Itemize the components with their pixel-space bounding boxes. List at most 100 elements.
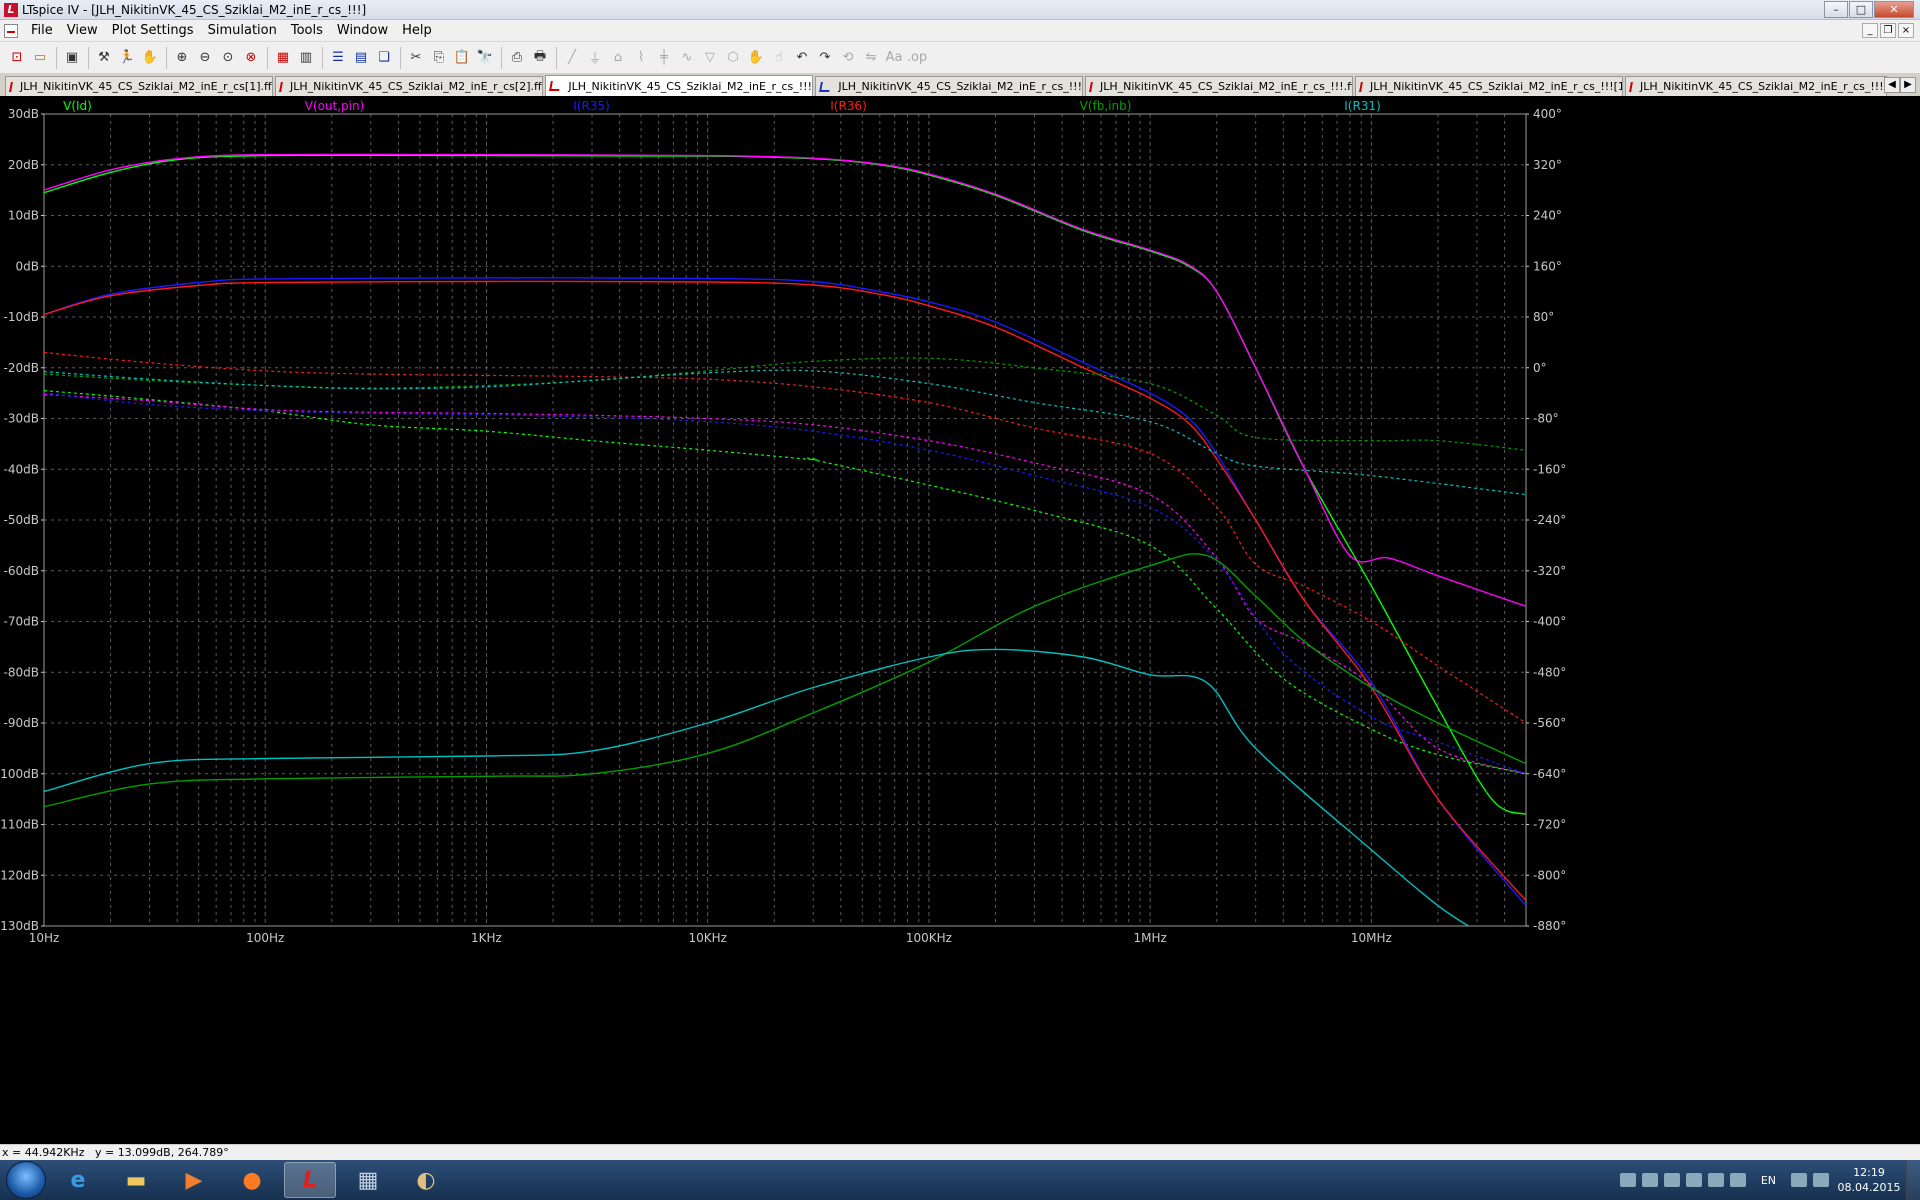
tab-fft-2[interactable]: JLH_NikitinVK_45_CS_Sziklai_M2_inE_r_cs[… [275, 76, 543, 96]
copy-icon[interactable]: ⎘ [428, 47, 450, 69]
autorange-icon[interactable]: ▦ [272, 47, 294, 69]
component-icon[interactable]: ⬡ [722, 47, 744, 69]
volume-icon[interactable] [1813, 1173, 1829, 1187]
tab-fft-4[interactable]: JLH_NikitinVK_45_CS_Sziklai_M2_inE_r_cs_… [1355, 76, 1623, 96]
menu-file[interactable]: File [24, 20, 60, 42]
resistor-icon[interactable]: ⌇ [630, 47, 652, 69]
legend-label-i-r31[interactable]: I(R31) [1344, 99, 1381, 113]
x-tick-label: 10Hz [29, 931, 60, 945]
spice-directive-icon[interactable]: .op [906, 47, 928, 69]
menu-window[interactable]: Window [330, 20, 395, 42]
tray-icon[interactable] [1619, 1173, 1636, 1187]
new-schematic-icon[interactable]: ⊡ [6, 47, 28, 69]
calculator-icon[interactable]: ▦ [342, 1162, 394, 1198]
media-player-icon[interactable]: ▶ [168, 1162, 220, 1198]
wire-icon[interactable]: ╱ [561, 47, 583, 69]
menu-plot-settings[interactable]: Plot Settings [105, 20, 201, 42]
y-tick-label-left: -120dB [0, 868, 39, 882]
firefox-icon[interactable]: ● [226, 1162, 278, 1198]
tray-icon[interactable] [1685, 1173, 1702, 1187]
text-icon[interactable]: Aa [883, 47, 905, 69]
internet-explorer-icon[interactable]: e [52, 1162, 104, 1198]
legend-label-v-id[interactable]: V(Id) [63, 99, 92, 113]
label-net-icon[interactable]: ⌂ [607, 47, 629, 69]
tab-fft-5[interactable]: JLH_NikitinVK_45_CS_Sziklai_M2_inE_r_cs_… [1625, 76, 1887, 96]
print-icon[interactable]: 🖶 [529, 47, 551, 69]
tile-vertical-icon[interactable]: ▤ [350, 47, 372, 69]
show-desktop-button[interactable] [1906, 1160, 1920, 1200]
minimize-button[interactable]: – [1824, 1, 1848, 18]
tray-icon[interactable] [1663, 1173, 1680, 1187]
tab-waveform-active[interactable]: JLH_NikitinVK_45_CS_Sziklai_M2_inE_r_cs_… [545, 75, 813, 96]
y-tick-label-right: -720° [1533, 818, 1566, 832]
tray-icon[interactable] [1641, 1173, 1658, 1187]
menu-help[interactable]: Help [395, 20, 439, 42]
control-panel-icon[interactable]: ⚒ [93, 47, 115, 69]
diode-icon[interactable]: ▽ [699, 47, 721, 69]
ground-icon[interactable]: ⏚ [584, 47, 606, 69]
drag-icon[interactable]: ☝ [768, 47, 790, 69]
tab-fft-1[interactable]: JLH_NikitinVK_45_CS_Sziklai_M2_inE_r_cs[… [5, 76, 273, 96]
clock[interactable]: 12:19 08.04.2015 [1832, 1165, 1906, 1195]
open-icon[interactable]: ▭ [29, 47, 51, 69]
tab-fft-3[interactable]: JLH_NikitinVK_45_CS_Sziklai_M2_inE_r_cs_… [1085, 76, 1353, 96]
start-button[interactable] [6, 1161, 46, 1199]
tab-schematic[interactable]: JLH_NikitinVK_45_CS_Sziklai_M2_inE_r_cs_… [815, 76, 1083, 96]
mirror-icon[interactable]: ⇋ [860, 47, 882, 69]
legend-label-i-r35[interactable]: I(R35) [573, 99, 610, 113]
tab-scroll-left-icon[interactable]: ◀ [1884, 77, 1900, 93]
vertical-autorange-icon[interactable]: ▥ [295, 47, 317, 69]
capacitor-icon[interactable]: ╪ [653, 47, 675, 69]
close-button[interactable]: ✕ [1874, 1, 1914, 18]
cursor-x-readout: x = 44.942KHz [2, 1146, 85, 1159]
menu-tools[interactable]: Tools [284, 20, 330, 42]
zoom-cancel-icon[interactable]: ⊗ [240, 47, 262, 69]
file-explorer-icon[interactable]: ▬ [110, 1162, 162, 1198]
legend-label-v-out-pin[interactable]: V(out,pin) [305, 99, 365, 113]
mdi-minimize-button[interactable]: _ [1862, 23, 1878, 38]
y-tick-label-right: -80° [1533, 412, 1559, 426]
maximize-button[interactable]: □ [1849, 1, 1873, 18]
cut-icon[interactable]: ✂ [405, 47, 427, 69]
legend-label-v-fb-inb[interactable]: V(fb,inb) [1080, 99, 1132, 113]
network-icon[interactable] [1791, 1173, 1807, 1187]
waveform-icon [1359, 81, 1363, 92]
run-icon[interactable]: 🏃 [116, 47, 138, 69]
y-tick-label-left: -100dB [0, 767, 39, 781]
language-indicator[interactable]: EN [1761, 1174, 1776, 1187]
waveform-icon [549, 81, 562, 91]
y-tick-label-right: -160° [1533, 462, 1566, 476]
y-tick-label-left: -110dB [0, 818, 39, 832]
tab-scroll-right-icon[interactable]: ▶ [1900, 77, 1916, 93]
rotate-icon[interactable]: ⟲ [837, 47, 859, 69]
mdi-restore-button[interactable]: ❐ [1880, 23, 1896, 38]
undo-icon[interactable]: ↶ [791, 47, 813, 69]
paint-icon[interactable]: ◐ [400, 1162, 452, 1198]
zoom-out-icon[interactable]: ⊖ [194, 47, 216, 69]
paste-icon[interactable]: 📋 [451, 47, 473, 69]
legend-label-i-r36[interactable]: I(R36) [830, 99, 867, 113]
redo-icon[interactable]: ↷ [814, 47, 836, 69]
tile-horizontal-icon[interactable]: ☰ [327, 47, 349, 69]
inductor-icon[interactable]: ∿ [676, 47, 698, 69]
zoom-in-icon[interactable]: ⊕ [171, 47, 193, 69]
bode-plot[interactable]: 30dB 20dB 10dB 0dB -10dB -20dB -30dB -40dB -50dB… [0, 96, 1920, 1144]
trace-phase-v-out-pin [44, 393, 1526, 775]
zoom-full-icon[interactable]: ⊙ [217, 47, 239, 69]
print-preview-icon[interactable]: ⎙ [506, 47, 528, 69]
document-icon[interactable] [4, 23, 18, 38]
tray-icon[interactable] [1729, 1173, 1746, 1187]
menu-simulation[interactable]: Simulation [201, 20, 284, 42]
move-icon[interactable]: ✋ [745, 47, 767, 69]
mdi-close-button[interactable]: × [1898, 23, 1914, 38]
tray-icon[interactable] [1707, 1173, 1724, 1187]
menu-view[interactable]: View [60, 20, 105, 42]
ltspice-task-icon[interactable]: L [284, 1162, 336, 1198]
halt-icon[interactable]: ✋ [139, 47, 161, 69]
cursor-y-readout: y = 13.099dB, 264.789° [94, 1146, 229, 1159]
y-tick-label-right: -480° [1533, 665, 1566, 679]
waveform-viewer[interactable]: 30dB 20dB 10dB 0dB -10dB -20dB -30dB -40dB -50dB… [0, 96, 1920, 1144]
save-icon[interactable]: ▣ [61, 47, 83, 69]
find-icon[interactable]: 🔭 [474, 47, 496, 69]
cascade-icon[interactable]: ❏ [373, 47, 395, 69]
